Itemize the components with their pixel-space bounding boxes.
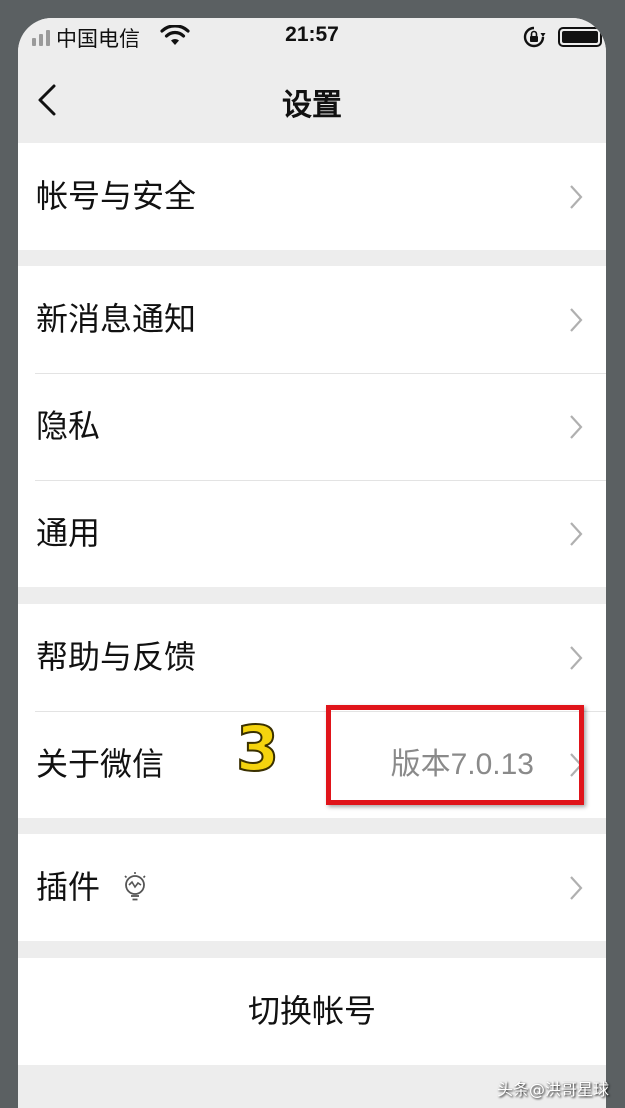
settings-item-notifications[interactable]: 新消息通知: [18, 266, 606, 373]
settings-group-switch-account: 切换帐号: [18, 958, 606, 1065]
chevron-right-icon: [570, 876, 583, 900]
settings-item-plugins[interactable]: 插件: [18, 834, 606, 941]
orientation-lock-icon: [521, 25, 547, 53]
chevron-right-icon: [570, 185, 583, 209]
settings-item-privacy[interactable]: 隐私: [18, 373, 606, 480]
page-title: 设置: [282, 88, 342, 123]
phone-frame: 中国电信 21:57 设置 帐号与安全 新消息通知 隐私 通用 帮助与反馈 关于…: [0, 0, 625, 1108]
chevron-right-icon: [570, 415, 583, 439]
settings-item-account-security[interactable]: 帐号与安全: [18, 143, 606, 250]
settings-item-label: 帐号与安全: [36, 177, 197, 215]
screen: 中国电信 21:57 设置 帐号与安全 新消息通知 隐私 通用 帮助与反馈 关于…: [18, 18, 606, 1108]
settings-item-label: 关于微信: [36, 745, 165, 783]
settings-item-general[interactable]: 通用: [18, 480, 606, 587]
chevron-right-icon: [570, 646, 583, 670]
annotation-step-number: 3: [235, 712, 280, 785]
switch-account-button[interactable]: 切换帐号: [18, 958, 606, 1065]
settings-item-label: 通用: [36, 514, 101, 552]
watermark: 头条@洪哥星球: [496, 1080, 609, 1099]
settings-group-plugins: 插件: [18, 834, 606, 941]
settings-item-label: 新消息通知: [36, 300, 197, 338]
plugin-lightbulb-icon: [124, 872, 146, 901]
settings-item-label: 插件: [36, 868, 101, 906]
settings-group-general: 新消息通知 隐私 通用: [18, 266, 606, 587]
settings-group-account: 帐号与安全: [18, 143, 606, 250]
annotation-highlight-box: [326, 705, 584, 805]
status-bar: 中国电信 21:57: [18, 18, 606, 60]
chevron-right-icon: [570, 522, 583, 546]
battery-icon: [558, 27, 602, 47]
nav-bar: 设置: [18, 60, 606, 142]
status-time: 21:57: [285, 23, 339, 46]
settings-item-label: 帮助与反馈: [36, 638, 197, 676]
switch-account-label: 切换帐号: [247, 992, 376, 1030]
settings-item-label: 隐私: [36, 407, 101, 445]
chevron-right-icon: [570, 308, 583, 332]
settings-item-help-feedback[interactable]: 帮助与反馈: [18, 604, 606, 711]
